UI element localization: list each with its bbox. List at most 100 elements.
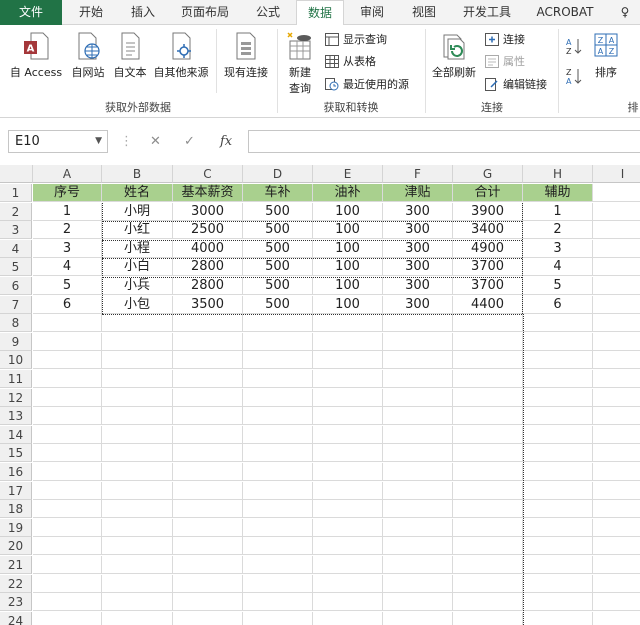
cell-d1[interactable]: 车补: [243, 184, 313, 202]
cell-i14[interactable]: [593, 426, 640, 444]
cell-g9[interactable]: [453, 332, 523, 351]
cell-d14[interactable]: [243, 425, 313, 444]
cell-i11[interactable]: [593, 370, 640, 388]
cell-i24[interactable]: [593, 612, 640, 625]
cell-d3[interactable]: 500: [243, 221, 313, 240]
cell-c9[interactable]: [173, 332, 243, 351]
cell-g23[interactable]: [453, 593, 523, 612]
cell-a12[interactable]: [33, 388, 102, 407]
cell-i13[interactable]: [593, 407, 640, 426]
cell-i21[interactable]: [593, 556, 640, 574]
cell-c21[interactable]: [173, 556, 243, 574]
sort-descending-button[interactable]: ZA: [566, 67, 584, 85]
row-header-13[interactable]: 13: [0, 407, 32, 426]
column-header-b[interactable]: B: [102, 165, 173, 183]
row-header-6[interactable]: 6: [0, 277, 32, 295]
cell-i8[interactable]: [593, 314, 640, 333]
cell-e14[interactable]: [313, 425, 383, 444]
cell-c2[interactable]: 3000: [173, 202, 243, 221]
cell-i1[interactable]: [593, 184, 640, 202]
select-all-corner[interactable]: [0, 165, 33, 183]
cell-e4[interactable]: 100: [313, 239, 383, 258]
cell-b22[interactable]: [102, 574, 173, 593]
cell-e2[interactable]: 100: [313, 202, 383, 221]
cell-i22[interactable]: [593, 575, 640, 593]
tab-formulas[interactable]: 公式: [244, 0, 292, 25]
cancel-icon[interactable]: ✕: [150, 130, 161, 153]
cell-a5[interactable]: 4: [33, 258, 102, 277]
cell-i4[interactable]: [593, 240, 640, 258]
cell-c4[interactable]: 4000: [173, 239, 243, 258]
row-header-14[interactable]: 14: [0, 425, 32, 444]
tab-file[interactable]: 文件: [0, 0, 62, 25]
cell-i23[interactable]: [593, 593, 640, 612]
cell-g21[interactable]: [453, 556, 523, 574]
row-header-18[interactable]: 18: [0, 500, 32, 519]
cell-b3[interactable]: 小红: [102, 221, 173, 240]
chevron-down-icon[interactable]: ▼: [95, 131, 102, 152]
cell-g19[interactable]: [453, 518, 523, 537]
column-header-f[interactable]: F: [383, 165, 453, 183]
cell-f11[interactable]: [383, 370, 453, 388]
cell-e17[interactable]: [313, 481, 383, 500]
properties-button[interactable]: 属性: [485, 53, 525, 69]
cell-e11[interactable]: [313, 370, 383, 388]
cell-h3[interactable]: 2: [523, 221, 593, 240]
cell-c8[interactable]: [173, 314, 243, 333]
cell-g10[interactable]: [453, 351, 523, 370]
cell-b5[interactable]: 小白: [102, 258, 173, 277]
cell-c23[interactable]: [173, 593, 243, 612]
cell-g7[interactable]: 4400: [453, 295, 523, 314]
cell-g2[interactable]: 3900: [453, 202, 523, 221]
cell-g6[interactable]: 3700: [453, 277, 523, 295]
cell-g14[interactable]: [453, 425, 523, 444]
cell-g4[interactable]: 4900: [453, 239, 523, 258]
cell-b17[interactable]: [102, 481, 173, 500]
cell-g13[interactable]: [453, 407, 523, 426]
cell-h12[interactable]: [523, 388, 593, 407]
cell-g5[interactable]: 3700: [453, 258, 523, 277]
from-text-button[interactable]: 自文本: [110, 31, 150, 80]
cell-c12[interactable]: [173, 388, 243, 407]
from-access-button[interactable]: A 自 Access: [6, 31, 66, 80]
cell-b23[interactable]: [102, 593, 173, 612]
row-header-22[interactable]: 22: [0, 574, 32, 593]
column-header-g[interactable]: G: [453, 165, 523, 183]
cell-f7[interactable]: 300: [383, 295, 453, 314]
row-header-15[interactable]: 15: [0, 444, 32, 463]
cell-h8[interactable]: [523, 314, 593, 333]
row-header-3[interactable]: 3: [0, 221, 32, 240]
cell-c16[interactable]: [173, 463, 243, 481]
cell-b9[interactable]: [102, 332, 173, 351]
cell-d10[interactable]: [243, 351, 313, 370]
cell-f20[interactable]: [383, 537, 453, 556]
column-header-h[interactable]: H: [523, 165, 593, 183]
column-header-i[interactable]: I: [593, 165, 640, 183]
connections-button[interactable]: 连接: [485, 31, 525, 47]
cell-b20[interactable]: [102, 537, 173, 556]
cell-g11[interactable]: [453, 370, 523, 388]
row-header-24[interactable]: 24: [0, 611, 32, 625]
cell-h15[interactable]: [523, 444, 593, 463]
cell-a13[interactable]: [33, 407, 102, 426]
cell-a1[interactable]: 序号: [33, 184, 102, 202]
cell-g12[interactable]: [453, 388, 523, 407]
cell-h4[interactable]: 3: [523, 239, 593, 258]
cell-g1[interactable]: 合计: [453, 184, 523, 202]
cell-d22[interactable]: [243, 574, 313, 593]
cell-e1[interactable]: 油补: [313, 184, 383, 202]
cell-h22[interactable]: [523, 574, 593, 593]
existing-connections-button[interactable]: 现有连接: [220, 31, 272, 80]
tab-page-layout[interactable]: 页面布局: [172, 0, 238, 25]
cell-f18[interactable]: [383, 500, 453, 519]
cell-i9[interactable]: [593, 333, 640, 351]
cell-c3[interactable]: 2500: [173, 221, 243, 240]
cell-a16[interactable]: [33, 463, 102, 481]
cell-h21[interactable]: [523, 556, 593, 574]
cell-h14[interactable]: [523, 425, 593, 444]
refresh-all-button[interactable]: 全部刷新: [428, 31, 480, 80]
cell-h10[interactable]: [523, 351, 593, 370]
cell-h6[interactable]: 5: [523, 277, 593, 295]
tab-review[interactable]: 审阅: [348, 0, 396, 25]
cell-a4[interactable]: 3: [33, 239, 102, 258]
